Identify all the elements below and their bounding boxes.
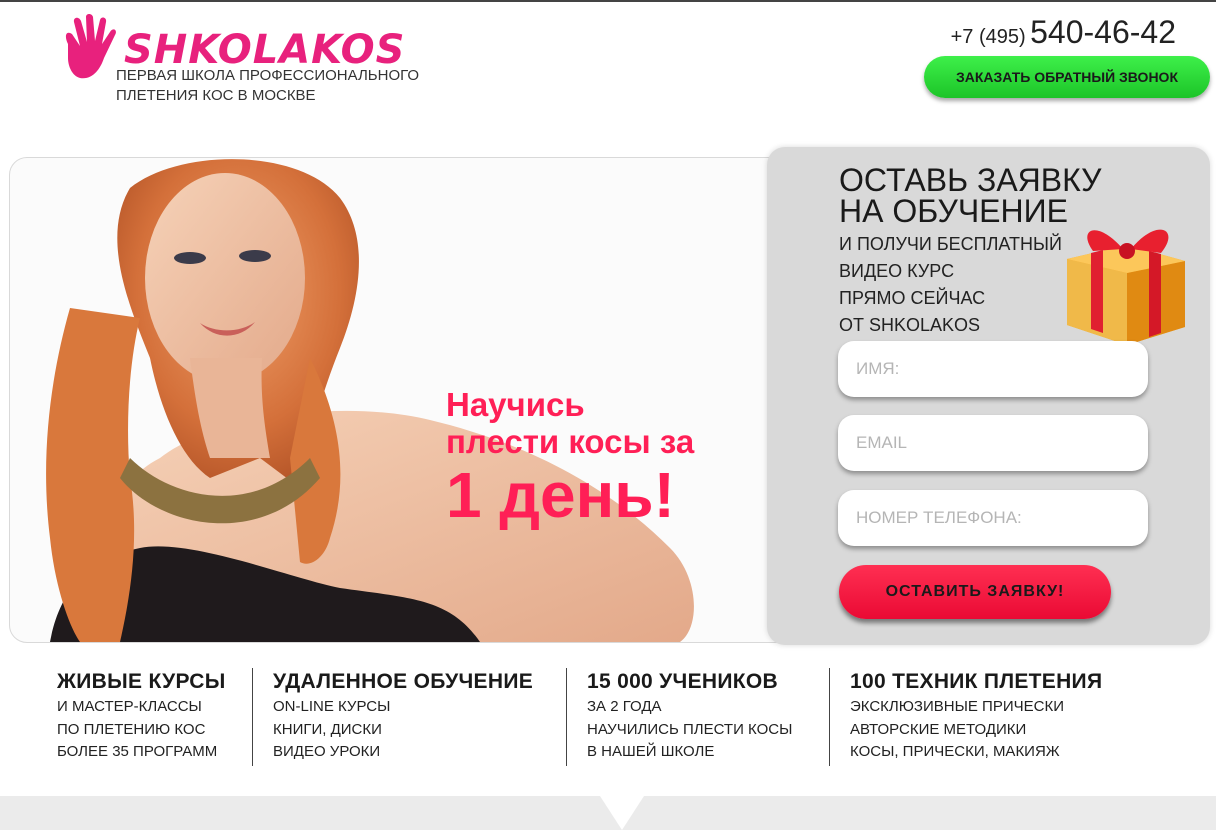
headline-big: 1 день! [446, 459, 675, 531]
section-notch [600, 796, 644, 830]
feature-line: БОЛЕЕ 35 ПРОГРАММ [57, 743, 218, 760]
submit-button[interactable]: ОСТАВИТЬ ЗАЯВКУ! [839, 565, 1111, 619]
feature-line: НАУЧИЛИСЬ ПЛЕСТИ КОСЫ [587, 720, 793, 738]
headline-line-2: плести косы за [446, 423, 695, 460]
feature-line: ЭКСКЛЮЗИВНЫЕ ПРИЧЕСКИ [850, 698, 1064, 715]
feature-line: ЗА 2 ГОДА [587, 698, 662, 715]
gift-box-icon [1067, 229, 1185, 345]
phone-input[interactable] [838, 490, 1148, 546]
feature-title: УДАЛЕННОЕ ОБУЧЕНИЕ [273, 670, 534, 693]
feature-divider [566, 668, 567, 766]
feature-line: ON-LINE КУРСЫ [273, 698, 391, 715]
feature-techniques: 100 ТЕХНИК ПЛЕТЕНИЯ ЭКСКЛЮЗИВНЫЕ ПРИЧЕСК… [850, 668, 1102, 768]
logo-tagline: ПЕРВАЯ ШКОЛА ПРОФЕССИОНАЛЬНОГО ПЛЕТЕНИЯ … [116, 67, 420, 104]
signup-form: ОСТАВЬ ЗАЯВКУ НА ОБУЧЕНИЕ И ПОЛУЧИ БЕСПЛ… [767, 147, 1210, 645]
feature-live-courses: ЖИВЫЕ КУРСЫ И МАСТЕР-КЛАССЫ ПО ПЛЕТЕНИЮ … [57, 668, 226, 768]
feature-title: 100 ТЕХНИК ПЛЕТЕНИЯ [850, 670, 1103, 693]
form-subtitle-line: ОТ SHKOLAKOS [839, 315, 981, 335]
logo[interactable]: SHKOLAKOS ПЕРВАЯ ШКОЛА ПРОФЕССИОНАЛЬНОГО… [60, 14, 460, 114]
headline-line-1: Научись [446, 386, 585, 423]
form-subtitle: И ПОЛУЧИ БЕСПЛАТНЫЙ ВИДЕО КУРС ПРЯМО СЕЙ… [839, 231, 1062, 339]
form-subtitle-line: ПРЯМО СЕЙЧАС [839, 288, 986, 308]
email-input[interactable] [838, 415, 1148, 471]
feature-remote-learning: УДАЛЕННОЕ ОБУЧЕНИЕ ON-LINE КУРСЫ КНИГИ, … [273, 668, 533, 768]
name-input[interactable] [838, 341, 1148, 397]
form-subtitle-line: ВИДЕО КУРС [839, 261, 955, 281]
feature-line: КОСЫ, ПРИЧЕСКИ, МАКИЯЖ [850, 743, 1060, 760]
feature-divider [252, 668, 253, 766]
feature-students: 15 000 УЧЕНИКОВ ЗА 2 ГОДА НАУЧИЛИСЬ ПЛЕС… [587, 668, 792, 768]
form-subtitle-line: И ПОЛУЧИ БЕСПЛАТНЫЙ [839, 234, 1062, 254]
feature-line: ПО ПЛЕТЕНИЮ КОС [57, 720, 206, 738]
feature-line: КНИГИ, ДИСКИ [273, 720, 382, 738]
feature-title: 15 000 УЧЕНИКОВ [587, 670, 778, 693]
hand-logo-icon [65, 14, 116, 79]
phone-code: +7 (495) [950, 26, 1026, 48]
hero-banner: Научись плести косы за 1 день! [9, 157, 811, 643]
phone-number[interactable]: +7 (495) 540-46-42 [951, 14, 1176, 51]
feature-line: И МАСТЕР-КЛАССЫ [57, 698, 202, 715]
hero-headline: Научись плести косы за 1 день! [446, 386, 694, 530]
feature-line: ВИДЕО УРОКИ [273, 743, 381, 760]
callback-button[interactable]: ЗАКАЗАТЬ ОБРАТНЫЙ ЗВОНОК [924, 56, 1210, 98]
feature-title: ЖИВЫЕ КУРСЫ [57, 670, 226, 693]
phone-digits: 540-46-42 [1030, 14, 1176, 50]
form-title-line-1: ОСТАВЬ ЗАЯВКУ [839, 162, 1102, 198]
top-border-line [0, 0, 1216, 2]
feature-line: В НАШЕЙ ШКОЛЕ [587, 743, 715, 760]
feature-divider [829, 668, 830, 766]
feature-line: АВТОРСКИЕ МЕТОДИКИ [850, 720, 1027, 738]
